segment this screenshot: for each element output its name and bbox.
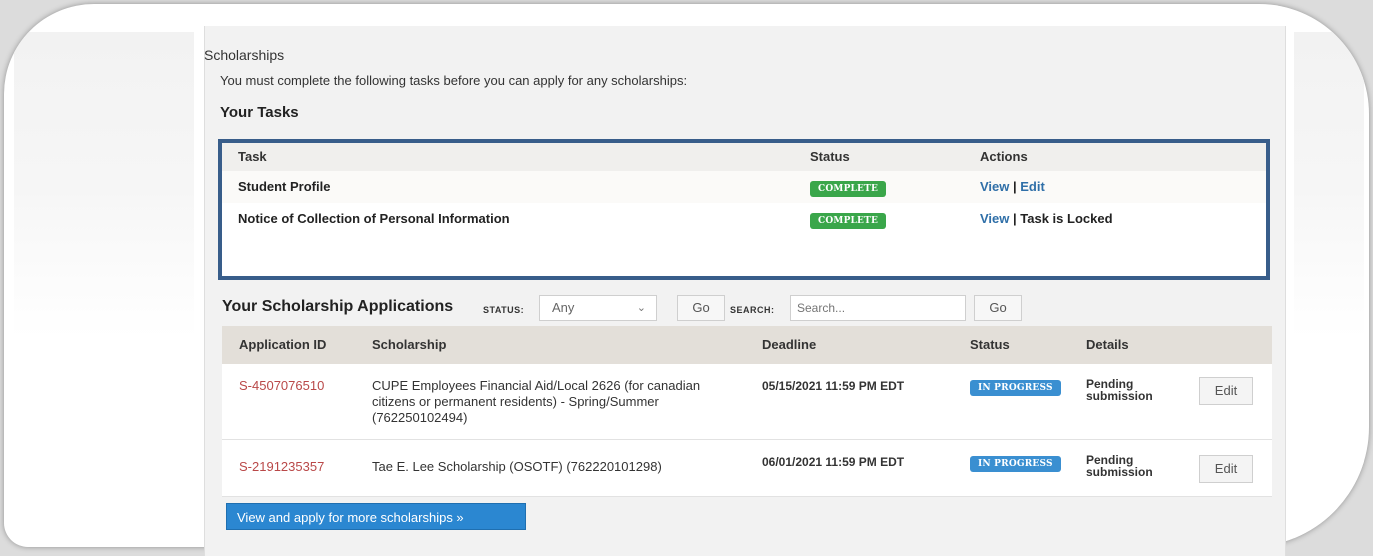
table-row: S-4507076510 CUPE Employees Financial Ai… bbox=[222, 364, 1272, 440]
right-background-strip bbox=[1294, 32, 1364, 542]
applications-table-header: Application ID Scholarship Deadline Stat… bbox=[222, 326, 1272, 364]
action-separator: | bbox=[1009, 211, 1021, 226]
scholarship-header: Scholarship bbox=[372, 337, 447, 352]
deadline-value: 05/15/2021 11:59 PM EDT bbox=[762, 379, 905, 393]
status-filter-value: Any bbox=[552, 300, 575, 315]
search-input[interactable] bbox=[790, 295, 966, 321]
status-filter-label: STATUS: bbox=[483, 305, 525, 315]
intro-text: You must complete the following tasks be… bbox=[220, 73, 688, 88]
search-label: SEARCH: bbox=[730, 305, 775, 315]
application-id-link[interactable]: S-2191235357 bbox=[239, 459, 324, 475]
details-text: Pending submission bbox=[1086, 453, 1153, 479]
status-badge: IN PROGRESS bbox=[970, 456, 1061, 472]
application-id-link[interactable]: S-4507076510 bbox=[239, 378, 324, 394]
view-link[interactable]: View bbox=[980, 211, 1009, 226]
task-name: Student Profile bbox=[238, 179, 331, 194]
task-locked-text: Task is Locked bbox=[1020, 211, 1113, 226]
tasks-heading: Your Tasks bbox=[220, 104, 299, 121]
application-id-header: Application ID bbox=[239, 337, 327, 352]
task-row: Student Profile COMPLETE View | Edit bbox=[222, 171, 1266, 203]
applications-table: Application ID Scholarship Deadline Stat… bbox=[222, 326, 1272, 497]
status-filter-select[interactable]: Any ⌄ bbox=[539, 295, 657, 321]
details-text: Pending submission bbox=[1086, 377, 1153, 403]
edit-button[interactable]: Edit bbox=[1199, 455, 1253, 483]
deadline-value: 06/01/2021 11:59 PM EDT bbox=[762, 455, 905, 469]
page-title: Scholarships bbox=[204, 47, 285, 63]
status-header: Status bbox=[970, 337, 1010, 352]
task-actions: View | Task is Locked bbox=[980, 203, 1113, 235]
edit-link[interactable]: Edit bbox=[1020, 179, 1045, 194]
task-row: Notice of Collection of Personal Informa… bbox=[222, 203, 1266, 235]
task-actions: View | Edit bbox=[980, 171, 1045, 203]
status-badge: COMPLETE bbox=[810, 181, 887, 197]
view-more-scholarships-button[interactable]: View and apply for more scholarships » bbox=[226, 503, 526, 530]
status-go-button[interactable]: Go bbox=[677, 295, 725, 321]
details-header: Details bbox=[1086, 337, 1129, 352]
edit-button[interactable]: Edit bbox=[1199, 377, 1253, 405]
task-column-header: Task bbox=[238, 149, 267, 164]
left-background-strip bbox=[14, 32, 194, 542]
action-separator: | bbox=[1009, 179, 1021, 194]
view-link[interactable]: View bbox=[980, 179, 1009, 194]
task-name: Notice of Collection of Personal Informa… bbox=[238, 211, 510, 226]
chevron-down-icon: ⌄ bbox=[636, 302, 646, 314]
table-row: S-2191235357 Tae E. Lee Scholarship (OSO… bbox=[222, 440, 1272, 497]
status-badge: COMPLETE bbox=[810, 213, 887, 229]
tasks-table: Task Status Actions Student Profile COMP… bbox=[218, 139, 1270, 280]
deadline-header: Deadline bbox=[762, 337, 817, 352]
status-column-header: Status bbox=[810, 149, 850, 164]
applications-heading: Your Scholarship Applications bbox=[222, 298, 454, 315]
scholarship-name: CUPE Employees Financial Aid/Local 2626 … bbox=[372, 378, 701, 425]
search-go-button[interactable]: Go bbox=[974, 295, 1022, 321]
status-badge: IN PROGRESS bbox=[970, 380, 1061, 396]
tasks-table-header: Task Status Actions bbox=[222, 143, 1266, 171]
actions-column-header: Actions bbox=[980, 149, 1028, 164]
scholarship-name: Tae E. Lee Scholarship (OSOTF) (76222010… bbox=[372, 459, 662, 474]
